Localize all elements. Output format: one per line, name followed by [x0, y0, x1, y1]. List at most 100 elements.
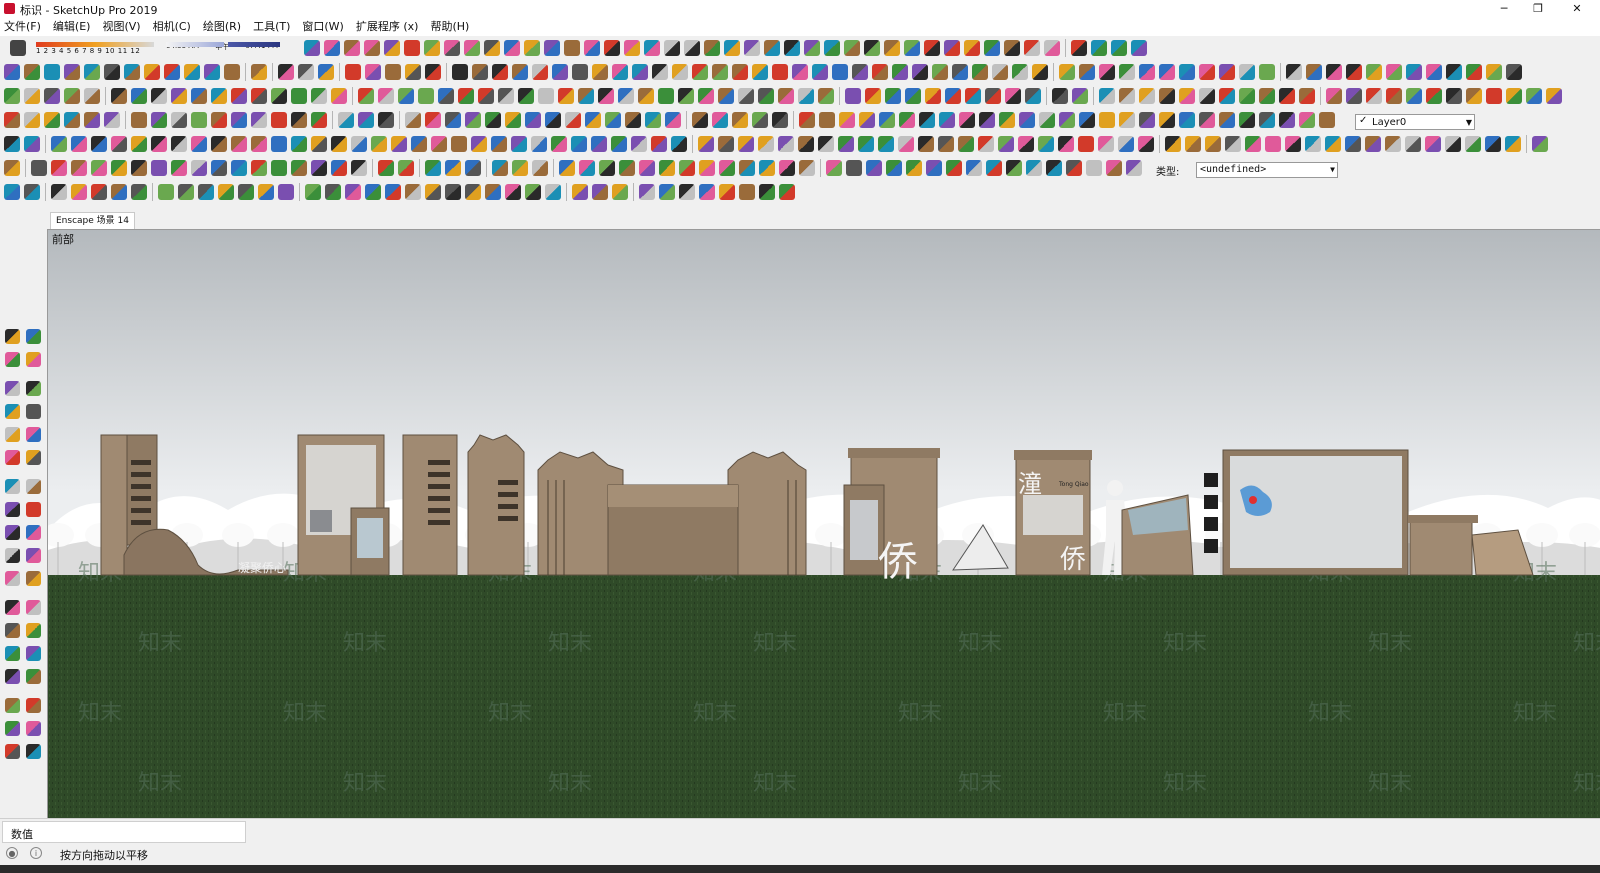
- toolbar-tool-icon[interactable]: [1386, 64, 1402, 80]
- toolbar-tool-icon[interactable]: [238, 184, 254, 200]
- toolbar-tool-icon[interactable]: [291, 112, 307, 128]
- toolbar-tool-icon[interactable]: [365, 184, 381, 200]
- toolbar-tool-icon[interactable]: [1446, 88, 1462, 104]
- toolbar-tool-icon[interactable]: [592, 184, 608, 200]
- toolbar-tool-icon[interactable]: [1532, 136, 1548, 152]
- toolbar-tool-icon[interactable]: [624, 40, 640, 56]
- toolbar-tool-icon[interactable]: [478, 88, 494, 104]
- toolbar-tool-icon[interactable]: [64, 64, 80, 80]
- toolbar-tool-icon[interactable]: [311, 112, 327, 128]
- toolbar-tool-icon[interactable]: [1079, 64, 1095, 80]
- toolbar-tool-icon[interactable]: [1025, 88, 1041, 104]
- toolbar-tool-icon[interactable]: [1365, 136, 1381, 152]
- toolbar-tool-icon[interactable]: [1526, 88, 1542, 104]
- toolbar-tool-icon[interactable]: [1139, 64, 1155, 80]
- toolbar-tool-icon[interactable]: [752, 112, 768, 128]
- toolbar-tool-icon[interactable]: [191, 112, 207, 128]
- toolbar-tool-icon[interactable]: [559, 160, 575, 176]
- toolbar-tool-icon[interactable]: [1079, 112, 1095, 128]
- toolbar-tool-icon[interactable]: [1299, 112, 1315, 128]
- toolbar-tool-icon[interactable]: [1345, 136, 1361, 152]
- toolbar-tool-icon[interactable]: [872, 64, 888, 80]
- toolbar-tool-icon[interactable]: [792, 64, 808, 80]
- toolbar-tool-icon[interactable]: [111, 184, 127, 200]
- toolbar-tool-icon[interactable]: [131, 88, 147, 104]
- toolbar-tool-icon[interactable]: [545, 112, 561, 128]
- toolbar-tool-icon[interactable]: [445, 160, 461, 176]
- toolbar-tool-icon[interactable]: [391, 136, 407, 152]
- toolbar-tool-icon[interactable]: [171, 136, 187, 152]
- shadow-date-slider[interactable]: 1 2 3 4 5 6 7 8 9 10 11 12: [36, 42, 154, 56]
- toolbar-tool-icon[interactable]: [311, 136, 327, 152]
- tool-icon[interactable]: [5, 525, 20, 540]
- toolbar-tool-icon[interactable]: [1445, 136, 1461, 152]
- toolbar-tool-icon[interactable]: [1265, 136, 1281, 152]
- toolbar-tool-icon[interactable]: [331, 136, 347, 152]
- toolbar-tool-icon[interactable]: [425, 64, 441, 80]
- toolbar-tool-icon[interactable]: [371, 136, 387, 152]
- toolbar-tool-icon[interactable]: [111, 136, 127, 152]
- toolbar-tool-icon[interactable]: [211, 88, 227, 104]
- toolbar-tool-icon[interactable]: [1406, 88, 1422, 104]
- toolbar-tool-icon[interactable]: [605, 112, 621, 128]
- toolbar-tool-icon[interactable]: [858, 136, 874, 152]
- menu-edit[interactable]: 编辑(E): [47, 18, 97, 36]
- toolbar-tool-icon[interactable]: [665, 112, 681, 128]
- toolbar-tool-icon[interactable]: [91, 136, 107, 152]
- toolbar-tool-icon[interactable]: [24, 88, 40, 104]
- toolbar-tool-icon[interactable]: [251, 64, 267, 80]
- toolbar-tool-icon[interactable]: [278, 64, 294, 80]
- toolbar-tool-icon[interactable]: [698, 136, 714, 152]
- maximize-button[interactable]: ❐: [1521, 0, 1555, 18]
- toolbar-tool-icon[interactable]: [545, 184, 561, 200]
- scene-canvas[interactable]: 知末知末知末知末知末知末知末知末知末知末知末知末知末知末知末知末知末知末知末知末…: [48, 230, 1600, 819]
- toolbar-tool-icon[interactable]: [812, 64, 828, 80]
- toolbar-tool-icon[interactable]: [231, 160, 247, 176]
- toolbar-tool-icon[interactable]: [926, 160, 942, 176]
- toolbar-tool-icon[interactable]: [84, 88, 100, 104]
- toolbar-tool-icon[interactable]: [1052, 88, 1068, 104]
- toolbar-tool-icon[interactable]: [1219, 88, 1235, 104]
- toolbar-tool-icon[interactable]: [1346, 64, 1362, 80]
- toolbar-tool-icon[interactable]: [1071, 40, 1087, 56]
- toolbar-tool-icon[interactable]: [618, 88, 634, 104]
- toolbar-tool-icon[interactable]: [571, 136, 587, 152]
- toolbar-tool-icon[interactable]: [804, 40, 820, 56]
- toolbar-tool-icon[interactable]: [298, 64, 314, 80]
- toolbar-tool-icon[interactable]: [572, 64, 588, 80]
- toolbar-tool-icon[interactable]: [704, 40, 720, 56]
- tool-icon[interactable]: [26, 646, 41, 661]
- tool-icon[interactable]: [26, 329, 41, 344]
- toolbar-tool-icon[interactable]: [111, 160, 127, 176]
- toolbar-tool-icon[interactable]: [4, 64, 20, 80]
- toolbar-tool-icon[interactable]: [385, 184, 401, 200]
- toolbar-tool-icon[interactable]: [184, 64, 200, 80]
- toolbar-tool-icon[interactable]: [684, 40, 700, 56]
- toolbar-tool-icon[interactable]: [444, 40, 460, 56]
- tool-icon[interactable]: [5, 669, 20, 684]
- toolbar-tool-icon[interactable]: [1059, 64, 1075, 80]
- toolbar-tool-icon[interactable]: [451, 136, 467, 152]
- toolbar-tool-icon[interactable]: [798, 136, 814, 152]
- toolbar-tool-icon[interactable]: [485, 112, 501, 128]
- toolbar-tool-icon[interactable]: [311, 88, 327, 104]
- toolbar-tool-icon[interactable]: [1185, 136, 1201, 152]
- toolbar-tool-icon[interactable]: [799, 160, 815, 176]
- toolbar-tool-icon[interactable]: [759, 160, 775, 176]
- toolbar-tool-icon[interactable]: [1239, 112, 1255, 128]
- toolbar-tool-icon[interactable]: [619, 160, 635, 176]
- toolbar-tool-icon[interactable]: [712, 112, 728, 128]
- toolbar-tool-icon[interactable]: [826, 160, 842, 176]
- toolbar-tool-icon[interactable]: [718, 88, 734, 104]
- toolbar-tool-icon[interactable]: [906, 160, 922, 176]
- toolbar-tool-icon[interactable]: [291, 160, 307, 176]
- toolbar-tool-icon[interactable]: [271, 136, 287, 152]
- toolbar-tool-icon[interactable]: [1486, 88, 1502, 104]
- tool-icon[interactable]: [26, 623, 41, 638]
- toolbar-tool-icon[interactable]: [944, 40, 960, 56]
- toolbar-tool-icon[interactable]: [1106, 160, 1122, 176]
- toolbar-tool-icon[interactable]: [452, 64, 468, 80]
- toolbar-tool-icon[interactable]: [178, 184, 194, 200]
- toolbar-tool-icon[interactable]: [678, 88, 694, 104]
- toolbar-tool-icon[interactable]: [471, 136, 487, 152]
